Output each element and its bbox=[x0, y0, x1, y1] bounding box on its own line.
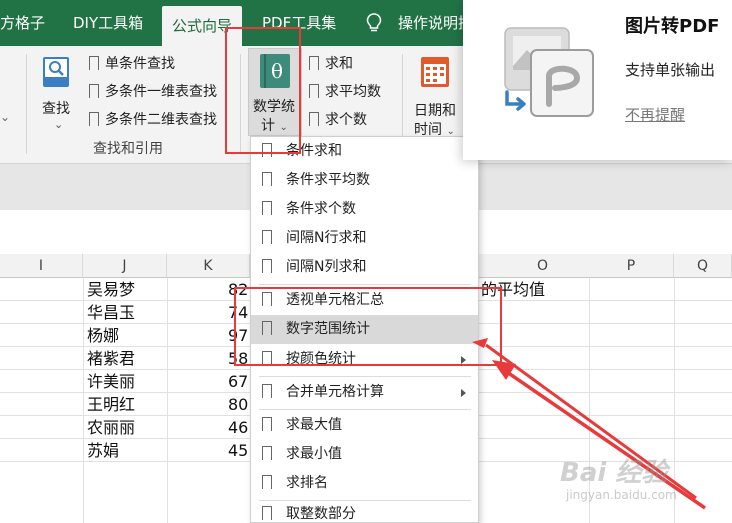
baidu-watermark-logo: Bai 经验 bbox=[560, 458, 668, 488]
baidu-watermark-url: jingyan.baidu.com bbox=[566, 488, 677, 502]
annotation-arrow-icon bbox=[472, 338, 706, 510]
